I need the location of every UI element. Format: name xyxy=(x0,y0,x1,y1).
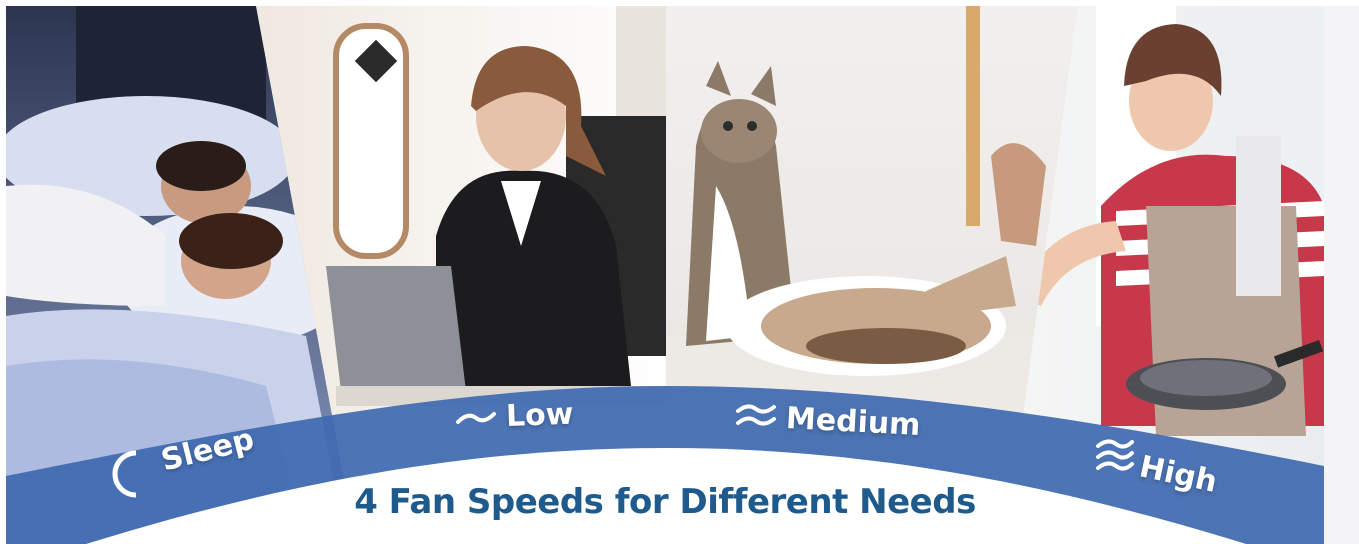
headline: 4 Fan Speeds for Different Needs xyxy=(354,482,976,522)
fan-speeds-banner: Sleep Low Medium High 4 Fan Speeds for D… xyxy=(6,6,1324,544)
wave-1-icon xyxy=(456,412,496,424)
mode-label-low: Low xyxy=(505,396,575,434)
wave-3-icon xyxy=(1096,439,1134,471)
wave-2-icon xyxy=(736,404,776,426)
mode-label-medium: Medium xyxy=(785,401,922,444)
side-strip xyxy=(1324,6,1359,544)
